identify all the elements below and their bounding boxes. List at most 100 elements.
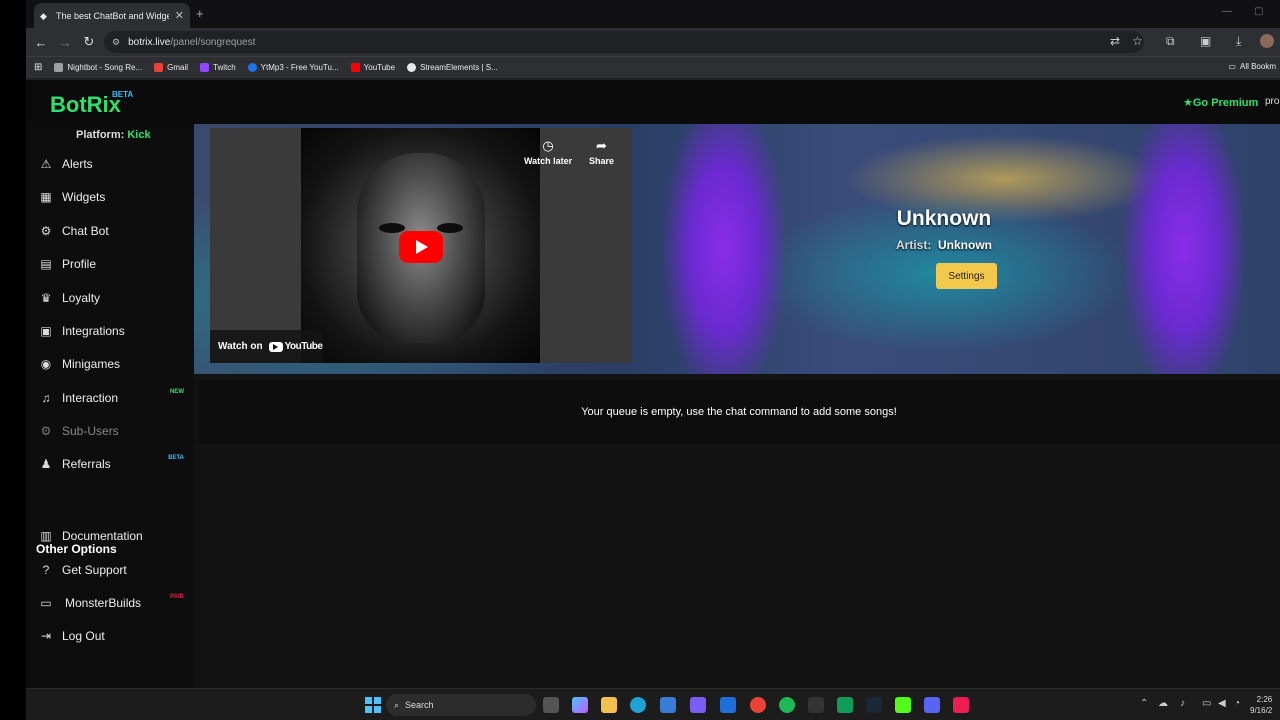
apps-grid-icon[interactable]: ⊞ [34, 62, 42, 73]
chrome-icon[interactable] [750, 697, 766, 713]
sidebar-item-widgets[interactable]: ▦ Widgets [26, 184, 194, 210]
bookmark-favicon-icon [54, 63, 64, 72]
folder-icon: ▭ [1228, 62, 1236, 71]
sidebar-item-chat-bot[interactable]: ⚙ Chat Bot [26, 218, 194, 244]
play-button[interactable] [399, 231, 443, 263]
profile-menu[interactable]: pro [1265, 96, 1279, 107]
browser-tab[interactable]: ◆ The best ChatBot and Widgets ✕ [34, 3, 190, 28]
share-icon: ➦ [596, 138, 607, 153]
sidebar-item-label: Chat Bot [62, 224, 109, 238]
task-view-icon[interactable] [543, 697, 559, 713]
extensions-icon[interactable]: ⧉ [1166, 34, 1175, 49]
robot-icon: ⚙ [40, 224, 52, 238]
sidebar-item-label: Loyalty [62, 291, 101, 305]
users-icon: ♟ [40, 457, 52, 471]
file-explorer-icon[interactable] [601, 697, 617, 713]
song-queue: Your queue is empty, use the chat comman… [198, 380, 1280, 444]
youtube-label: YouTube [284, 341, 323, 352]
address-bar[interactable]: ⚙ botrix.live/panel/songrequest [104, 31, 1144, 53]
app-header: BotRix BETA ★Go Premium pro [26, 80, 1280, 124]
browser-toolbar: ← → ↻ ⚙ botrix.live/panel/songrequest ⇄ … [26, 28, 1280, 56]
bookmark-star-icon[interactable]: ☆ [1132, 34, 1143, 48]
sidebar-item-loyalty[interactable]: ♛ Loyalty [26, 285, 194, 311]
new-tab-icon[interactable]: + [196, 6, 204, 21]
download-icon[interactable]: ⤓ [1236, 34, 1241, 49]
translate-icon[interactable]: ⇄ [1110, 34, 1120, 48]
tab-title: The best ChatBot and Widgets [56, 10, 169, 21]
bookmark-item[interactable]: YtMp3 - Free YouTu... [247, 63, 339, 72]
sidebar-item-monsterbuilds[interactable]: ▭ MonsterBuilds PAID [26, 590, 194, 616]
site-info-icon[interactable]: ⚙ [112, 37, 120, 48]
sidebar-item-interaction[interactable]: ♫ Interaction NEW [26, 385, 194, 411]
sidebar-item-alerts[interactable]: ⚠ Alerts [26, 151, 194, 177]
star-icon: ★ [1183, 97, 1193, 109]
discord-icon[interactable] [924, 697, 940, 713]
platform-value: Kick [127, 129, 151, 141]
youtube-player[interactable]: ◷ Watch later ➦ Share Watch on YouTube [210, 128, 631, 363]
maximize-icon[interactable]: ▢ [1254, 6, 1263, 17]
bookmark-label: StreamElements | S... [420, 63, 498, 72]
copilot-icon[interactable] [572, 697, 588, 713]
sheets-icon[interactable] [837, 697, 853, 713]
bookmark-label: Gmail [167, 63, 188, 72]
sidebar-item-documentation[interactable]: ▥ Documentation [26, 523, 194, 549]
taskbar-search[interactable]: ⌕ Search [386, 694, 536, 716]
sidebar-item-sub-users[interactable]: ⚙ Sub-Users [26, 418, 194, 444]
display-icon[interactable]: ▭ [1202, 698, 1211, 709]
cloud-icon[interactable]: ☁ [1158, 698, 1168, 709]
grid-icon: ▦ [40, 190, 52, 204]
network-icon[interactable]: ◔ [1234, 698, 1240, 709]
tiktok-icon[interactable] [953, 697, 969, 713]
sidebar-item-profile[interactable]: ▤ Profile [26, 251, 194, 277]
bookmark-item[interactable]: YouTube [350, 63, 396, 72]
settings-button[interactable]: Settings [936, 263, 997, 289]
app-icon[interactable] [690, 697, 706, 713]
taskbar-clock[interactable]: 2:26 9/16/2 [1250, 694, 1272, 716]
botrix-logo[interactable]: BotRix [50, 92, 121, 118]
outlook-icon[interactable] [720, 697, 736, 713]
platform-indicator: Platform: Kick [76, 129, 151, 141]
sidebar-item-label: MonsterBuilds [65, 596, 142, 610]
watch-on-youtube-button[interactable]: Watch on YouTube [210, 330, 323, 363]
bookmark-item[interactable]: StreamElements | S... [407, 63, 498, 72]
share-button[interactable]: ➦ Share [589, 138, 614, 166]
spotify-icon[interactable] [779, 697, 795, 713]
sidebar-item-get-support[interactable]: ? Get Support [26, 557, 194, 583]
volume-icon[interactable]: ◀ [1218, 698, 1226, 709]
blurred-background [664, 124, 784, 374]
windows-start-icon[interactable] [365, 697, 381, 713]
sidebar-item-log-out[interactable]: ⇥ Log Out [26, 623, 194, 649]
chevron-up-icon[interactable]: ⌃ [1140, 698, 1148, 709]
app-icon[interactable] [808, 697, 824, 713]
streamelements-icon [407, 63, 417, 72]
microphone-icon[interactable]: ♪ [1180, 698, 1185, 709]
paid-badge: PAID [170, 594, 184, 600]
steam-icon[interactable] [866, 697, 882, 713]
bookmark-item[interactable]: Twitch [200, 63, 236, 72]
back-icon[interactable]: ← [29, 35, 53, 50]
minimize-icon[interactable]: — [1222, 6, 1232, 17]
media-icon[interactable]: ▣ [1200, 34, 1211, 48]
sidebar-item-label: Minigames [62, 357, 121, 371]
edge-icon[interactable] [630, 697, 646, 713]
sidebar-item-minigames[interactable]: ◉ Minigames [26, 351, 194, 377]
watch-later-button[interactable]: ◷ Watch later [524, 138, 572, 166]
bookmark-label: YtMp3 - Free YouTu... [260, 63, 339, 72]
twitch-icon [200, 63, 209, 72]
sidebar-item-referrals[interactable]: ♟ Referrals BETA [26, 451, 194, 477]
bookmark-label: YouTube [363, 63, 396, 72]
profile-avatar[interactable] [1260, 34, 1274, 48]
browser-chrome: ◆ The best ChatBot and Widgets ✕ + — ▢ ←… [26, 0, 1280, 80]
sidebar-item-label: Integrations [62, 324, 125, 338]
close-tab-icon[interactable]: ✕ [175, 9, 184, 22]
bookmark-item[interactable]: Gmail [154, 63, 188, 72]
kick-icon[interactable] [895, 697, 911, 713]
all-bookmarks[interactable]: ▭ All Bookm [1228, 62, 1276, 71]
go-premium-link[interactable]: ★Go Premium [1183, 96, 1258, 109]
clock-icon: ◷ [542, 138, 554, 153]
forward-icon[interactable]: → [53, 35, 77, 50]
sidebar-item-integrations[interactable]: ▣ Integrations [26, 318, 194, 344]
reload-icon[interactable]: ↻ [77, 34, 101, 50]
bookmark-item[interactable]: Nightbot - Song Re... [54, 63, 142, 72]
store-icon[interactable] [660, 697, 676, 713]
